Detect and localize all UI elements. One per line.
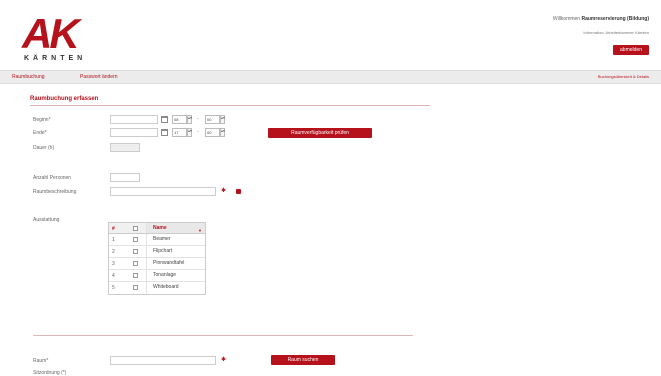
end-hour-spinner[interactable]: ▴▾ [187,128,192,137]
section-divider [33,335,413,336]
calendar-icon[interactable] [161,129,168,136]
remove-icon[interactable] [236,189,241,194]
time-separator: - [197,129,199,135]
begin-hour-spinner[interactable]: ▴▾ [187,115,192,124]
grid-header-number: # [112,226,115,232]
duration-label: Dauer (h) [33,145,55,151]
select-all-checkbox[interactable] [133,226,138,231]
grid-header-name-label: Name [153,225,167,231]
begin-label: Beginn* [33,117,51,123]
begin-hour-select[interactable]: 08 [172,115,187,124]
ak-logo[interactable]: AK KÄRNTEN [22,10,97,66]
persons-input[interactable] [110,173,140,182]
time-separator: - [197,116,199,122]
title-divider [30,105,430,106]
calendar-icon[interactable] [161,116,168,123]
nav-item-raumbuchung[interactable]: Raumbuchung [12,74,45,80]
description-label: Raumbeschreibung [33,189,77,195]
description-input[interactable] [110,187,216,196]
row-checkbox[interactable] [133,261,138,266]
seating-label: Sitzordnung (*) [33,370,67,376]
end-label: Ende* [33,130,47,136]
row-number: 2 [112,249,115,255]
table-row[interactable]: 2 Flipchart [109,246,205,258]
welcome-prefix: Willkommen [552,16,581,22]
grid-header-name[interactable]: Name ▼ [146,223,205,233]
begin-minute-select[interactable]: 00 [205,115,220,124]
logo-subtitle: KÄRNTEN [24,55,87,62]
row-number: 3 [112,261,115,267]
table-row[interactable]: 1 Beamer [109,234,205,246]
welcome-user: Raumreservierung (Bildung) [581,16,649,22]
header: AK KÄRNTEN Willkommen Raumreservierung (… [0,0,661,70]
row-name: Pinnwandtafel [146,258,205,269]
user-info: Information: Arbeiterkammer Kärnten [583,30,649,35]
features-grid: # Name ▼ 1 Beamer 2 Flipchart 3 Pinnwand… [108,222,206,295]
row-checkbox[interactable] [133,273,138,278]
nav-item-passwort[interactable]: Passwort ändern [80,74,118,80]
row-number: 5 [112,285,115,291]
grid-header: # Name ▼ [109,223,205,234]
row-name: Tonanlage [146,270,205,281]
begin-minute-spinner[interactable]: ▴▾ [220,115,225,124]
room-label: Raum* [33,358,49,364]
room-input[interactable] [110,356,216,365]
check-availability-button[interactable]: Raumverfügbarkeit prüfen [268,128,372,138]
row-checkbox[interactable] [133,249,138,254]
row-checkbox[interactable] [133,285,138,290]
row-name: Whiteboard [146,282,205,294]
duration-field [110,143,140,152]
search-room-button[interactable]: Raum suchen [271,355,335,365]
row-name: Flipchart [146,246,205,257]
persons-label: Anzahl Personen [33,175,72,181]
end-date-input[interactable] [110,128,158,137]
table-row[interactable]: 4 Tonanlage [109,270,205,282]
nav-overview-link[interactable]: Buchungsübersicht & Details [598,74,649,79]
end-minute-select[interactable]: 00 [205,128,220,137]
select-icon[interactable]: ✱ [221,188,226,194]
row-checkbox[interactable] [133,237,138,242]
logo-mark: AK [22,10,80,57]
main-nav: Raumbuchung Passwort ändern Buchungsüber… [0,70,661,84]
table-row[interactable]: 5 Whiteboard [109,282,205,294]
row-number: 4 [112,273,115,279]
welcome-text: Willkommen Raumreservierung (Bildung) [553,16,649,22]
section-title: Raumbuchung erfassen [30,96,99,102]
logout-button[interactable]: abmelden [613,45,649,55]
row-number: 1 [112,237,115,243]
features-label: Ausstattung [33,217,60,223]
select-icon[interactable]: ✱ [221,357,226,363]
end-hour-select[interactable]: 17 [172,128,187,137]
begin-date-input[interactable] [110,115,158,124]
row-name: Beamer [146,234,205,245]
end-minute-spinner[interactable]: ▴▾ [220,128,225,137]
table-row[interactable]: 3 Pinnwandtafel [109,258,205,270]
